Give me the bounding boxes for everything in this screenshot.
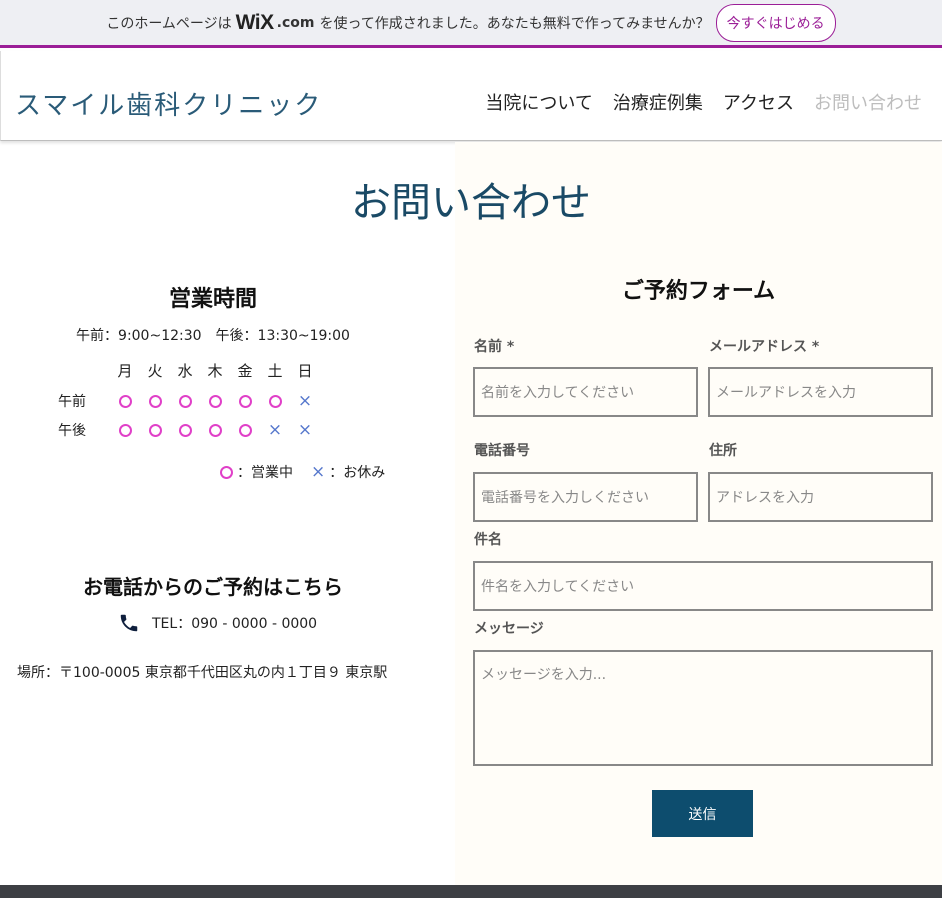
address-label: 住所 xyxy=(709,443,737,459)
wix-logo: WiX xyxy=(235,10,274,34)
open-circle-icon xyxy=(148,395,162,408)
open-mark-icon xyxy=(110,392,140,410)
open-mark-icon xyxy=(200,421,230,439)
phone-title: お電話からのご予約はこちら xyxy=(83,575,343,599)
email-placeholder: メールアドレスを入力 xyxy=(716,385,856,401)
open-circle-icon xyxy=(208,395,222,408)
email-label: メールアドレス * xyxy=(709,339,820,355)
submit-button[interactable]: 送信 xyxy=(652,790,753,837)
open-mark-icon xyxy=(230,392,260,410)
row-label: 午後 xyxy=(58,423,86,439)
schedule-row-morning: 午前 × xyxy=(58,391,320,411)
open-circle-icon xyxy=(178,395,192,408)
open-circle-icon xyxy=(268,395,282,408)
subject-input[interactable]: 件名を入力してください xyxy=(473,561,933,611)
wix-promo-banner: このホームページは WiX .com を使って作成されました。あなたも無料で作っ… xyxy=(0,0,942,48)
hours-text: 午前：9:00~12:30 午後：13:30~19:00 xyxy=(76,328,350,344)
name-placeholder: 名前を入力してください xyxy=(481,385,635,401)
open-circle-icon xyxy=(238,424,252,437)
email-input[interactable]: メールアドレスを入力 xyxy=(708,367,933,417)
legend-closed-label: ：お休み xyxy=(329,465,386,481)
closed-mark-icon: × xyxy=(311,462,326,482)
phone-field-label: 電話番号 xyxy=(474,443,530,459)
nav-item-contact[interactable]: お問い合わせ xyxy=(814,89,922,115)
row-label: 午前 xyxy=(58,394,86,410)
day-label: 月 xyxy=(117,362,133,380)
address-input[interactable]: アドレスを入力 xyxy=(708,472,933,522)
main-nav: 当院について 治療症例集 アクセス お問い合わせ xyxy=(485,89,922,115)
embedded-map[interactable] xyxy=(0,885,942,898)
schedule-legend: ：営業中 × ：お休み xyxy=(220,462,385,482)
phone-placeholder: 電話番号を入力しください xyxy=(481,490,649,506)
open-mark-icon xyxy=(170,392,200,410)
subject-label: 件名 xyxy=(474,532,502,548)
schedule-row-afternoon: 午後 × × xyxy=(58,420,320,440)
open-circle-icon xyxy=(118,395,132,408)
message-textarea[interactable]: メッセージを入力... xyxy=(473,650,933,766)
message-label: メッセージ xyxy=(474,621,544,637)
closed-mark-icon: × xyxy=(297,420,313,440)
day-label: 土 xyxy=(267,362,283,380)
closed-mark-icon: × xyxy=(297,391,313,411)
name-input[interactable]: 名前を入力してください xyxy=(473,367,698,417)
page-title: お問い合わせ xyxy=(351,180,591,226)
wix-logo-suffix: .com xyxy=(276,14,315,31)
closed-mark-icon: × xyxy=(267,420,283,440)
banner-text-2: を使って作成されました。あなたも無料で作ってみませんか？ xyxy=(319,15,710,32)
day-label: 火 xyxy=(147,362,163,380)
day-label: 日 xyxy=(297,362,313,380)
hours-title: 営業時間 xyxy=(168,287,257,312)
weekday-header: 月 火 水 木 金 土 日 xyxy=(110,362,320,380)
day-label: 水 xyxy=(177,362,193,380)
open-circle-icon xyxy=(118,424,132,437)
phone-number: TEL：090 - 0000 - 0000 xyxy=(152,616,318,632)
clinic-address: 場所：〒100-0005 東京都千代田区丸の内１丁目９ 東京駅 xyxy=(17,665,388,681)
open-mark-icon xyxy=(110,421,140,439)
phone-row: TEL：090 - 0000 - 0000 xyxy=(118,612,317,634)
name-label: 名前 * xyxy=(474,339,515,355)
open-mark-icon xyxy=(220,465,233,479)
day-label: 木 xyxy=(207,362,223,380)
day-label: 金 xyxy=(237,362,253,380)
open-mark-icon xyxy=(140,392,170,410)
legend-open-label: ：営業中 xyxy=(237,465,293,481)
nav-item-about[interactable]: 当院について xyxy=(485,89,592,115)
start-now-button[interactable]: 今すぐはじめる xyxy=(715,3,836,42)
phone-input[interactable]: 電話番号を入力しください xyxy=(473,472,698,522)
banner-text: このホームページは xyxy=(106,15,232,32)
address-placeholder: アドレスを入力 xyxy=(716,490,814,506)
form-title: ご予約フォーム xyxy=(621,279,776,304)
open-circle-icon xyxy=(238,395,252,408)
open-mark-icon xyxy=(170,421,200,439)
subject-placeholder: 件名を入力してください xyxy=(481,579,635,595)
open-mark-icon xyxy=(140,421,170,439)
site-header: スマイル歯科クリニック 当院について 治療症例集 アクセス お問い合わせ xyxy=(0,51,942,141)
nav-item-cases[interactable]: 治療症例集 xyxy=(613,89,703,115)
message-placeholder: メッセージを入力... xyxy=(481,667,607,683)
open-mark-icon xyxy=(200,392,230,410)
open-circle-icon xyxy=(208,424,222,437)
open-circle-icon xyxy=(148,424,162,437)
phone-icon xyxy=(118,612,140,634)
site-logo[interactable]: スマイル歯科クリニック xyxy=(15,85,322,122)
open-circle-icon xyxy=(178,424,192,437)
open-mark-icon xyxy=(260,392,290,410)
nav-item-access[interactable]: アクセス xyxy=(723,89,794,115)
open-mark-icon xyxy=(230,421,260,439)
